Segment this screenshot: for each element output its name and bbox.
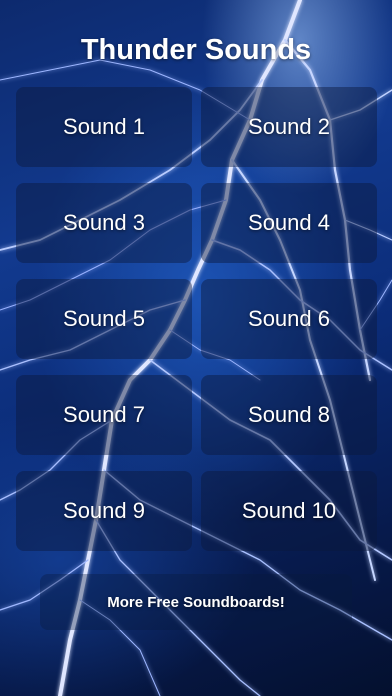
sound-10-button[interactable]: Sound 10	[201, 471, 377, 551]
sound-2-button[interactable]: Sound 2	[201, 87, 377, 167]
sound-6-button[interactable]: Sound 6	[201, 279, 377, 359]
sound-8-button[interactable]: Sound 8	[201, 375, 377, 455]
sound-1-button[interactable]: Sound 1	[16, 87, 192, 167]
sound-grid: Sound 1 Sound 2 Sound 3 Sound 4 Sound 5 …	[16, 87, 377, 551]
sound-9-button[interactable]: Sound 9	[16, 471, 192, 551]
sound-4-button[interactable]: Sound 4	[201, 183, 377, 263]
sound-3-button[interactable]: Sound 3	[16, 183, 192, 263]
page-title: Thunder Sounds	[80, 34, 312, 66]
sound-7-button[interactable]: Sound 7	[16, 375, 192, 455]
more-soundboards-button[interactable]: More Free Soundboards!	[40, 574, 352, 630]
sound-5-button[interactable]: Sound 5	[16, 279, 192, 359]
